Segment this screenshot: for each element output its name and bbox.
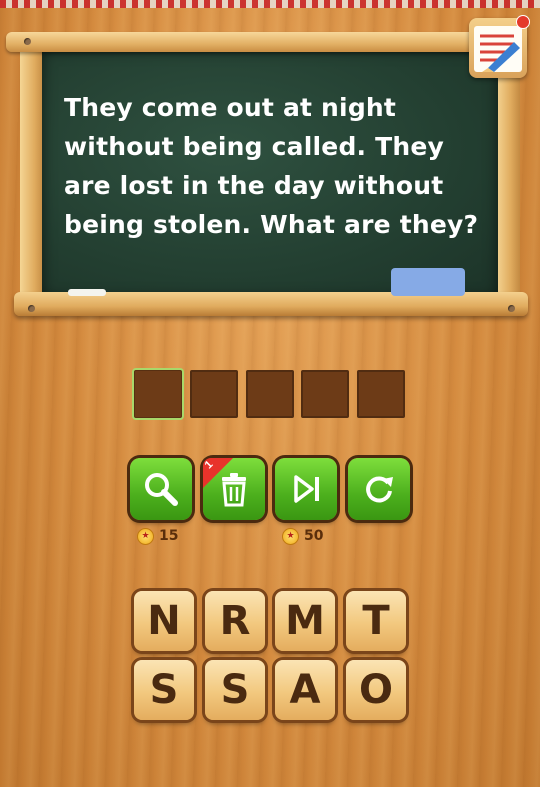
letter-tile[interactable]: T [346,591,406,651]
top-tablecloth-strip [0,0,540,8]
coin-icon: ★ [137,527,154,545]
refresh-icon [366,476,393,503]
magnifier-icon [145,473,178,506]
chalk-piece [68,289,106,296]
letter-tile[interactable]: S [134,660,194,720]
riddle-text: They come out at night without being cal… [64,93,479,239]
answer-slot[interactable] [301,370,349,418]
reset-button[interactable] [348,458,410,520]
nail-icon [28,305,35,312]
hint-reveal-tab[interactable] [391,268,465,296]
notification-dot [516,15,530,29]
letter-tile[interactable]: N [134,591,194,651]
letter-tile[interactable]: M [275,591,335,651]
answer-slot[interactable] [190,370,238,418]
answer-slot[interactable] [134,370,182,418]
hint-button[interactable] [130,458,192,520]
board-frame-left [20,36,44,306]
letter-tile[interactable]: A [275,660,335,720]
nail-icon [24,38,31,45]
hint-cost-value: 15 [159,528,179,544]
skip-icon [294,475,319,503]
letter-tile[interactable]: S [205,660,265,720]
letter-tile[interactable]: R [205,591,265,651]
remove-letters-button[interactable]: 1 [203,458,265,520]
skip-cost-value: 50 [304,528,324,544]
skip-button[interactable] [275,458,337,520]
board-frame-top [6,32,526,52]
letter-tile[interactable]: O [346,660,406,720]
nail-icon [508,305,515,312]
answer-slot[interactable] [357,370,405,418]
skip-cost: ★ 50 [282,527,323,545]
hint-cost: ★ 15 [137,527,178,545]
answer-slot[interactable] [246,370,294,418]
coin-icon: ★ [282,527,299,545]
